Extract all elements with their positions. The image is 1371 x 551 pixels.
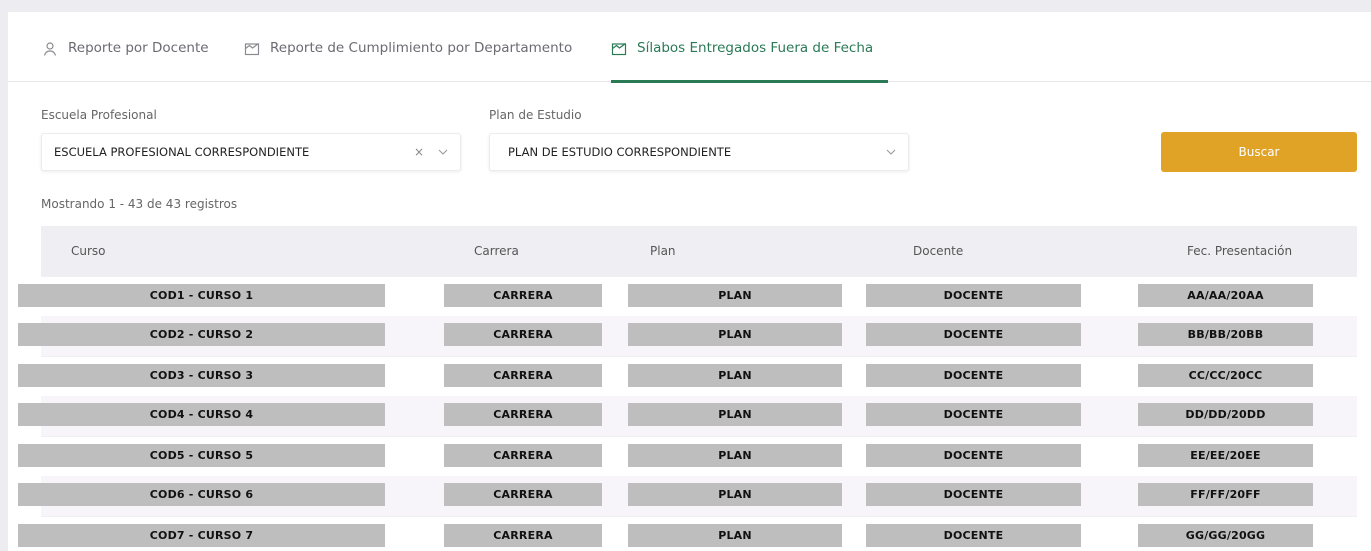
clear-icon[interactable]: × xyxy=(414,145,424,159)
cell-docente: DOCENTE xyxy=(866,444,1081,467)
cell-curso: COD2 - CURSO 2 xyxy=(18,323,385,346)
header-carrera[interactable]: Carrera xyxy=(474,244,519,258)
cell-fecha: CC/CC/20CC xyxy=(1138,364,1313,387)
cell-plan: PLAN xyxy=(628,444,842,467)
tab-label: Reporte por Docente xyxy=(68,40,209,56)
tab-label: Reporte de Cumplimiento por Departamento xyxy=(270,40,573,56)
cell-docente: DOCENTE xyxy=(866,524,1081,547)
cell-fecha: BB/BB/20BB xyxy=(1138,323,1313,346)
escuela-label: Escuela Profesional xyxy=(41,108,157,122)
cell-carrera: CARRERA xyxy=(444,323,602,346)
table-row[interactable]: COD6 - CURSO 6 CARRERA PLAN DOCENTE FF/F… xyxy=(18,476,1357,516)
cell-plan: PLAN xyxy=(628,364,842,387)
cell-curso: COD6 - CURSO 6 xyxy=(18,483,385,506)
cell-curso: COD4 - CURSO 4 xyxy=(18,403,385,426)
tab-silabos-fuera-fecha[interactable]: Sílabos Entregados Fuera de Fecha xyxy=(611,40,888,83)
user-icon xyxy=(43,42,57,56)
header-fecha[interactable]: Fec. Presentación xyxy=(1187,244,1292,258)
chart-icon xyxy=(611,43,627,56)
chart-icon xyxy=(244,43,260,56)
cell-plan: PLAN xyxy=(628,284,842,307)
cell-carrera: CARRERA xyxy=(444,364,602,387)
cell-plan: PLAN xyxy=(628,483,842,506)
cell-carrera: CARRERA xyxy=(444,524,602,547)
cell-plan: PLAN xyxy=(628,524,842,547)
cell-fecha: GG/GG/20GG xyxy=(1138,524,1313,547)
table-row[interactable]: COD7 - CURSO 7 CARRERA PLAN DOCENTE GG/G… xyxy=(18,516,1357,551)
cell-curso: COD1 - CURSO 1 xyxy=(18,284,385,307)
cell-plan: PLAN xyxy=(628,323,842,346)
tab-reporte-docente[interactable]: Reporte por Docente xyxy=(42,40,209,82)
results-count: Mostrando 1 - 43 de 43 registros xyxy=(41,197,238,211)
tab-label: Sílabos Entregados Fuera de Fecha xyxy=(637,40,874,56)
cell-curso: COD5 - CURSO 5 xyxy=(18,444,385,467)
cell-fecha: AA/AA/20AA xyxy=(1138,284,1313,307)
report-card: Reporte por Docente Reporte de Cumplimie… xyxy=(8,12,1371,551)
cell-carrera: CARRERA xyxy=(444,444,602,467)
cell-docente: DOCENTE xyxy=(866,284,1081,307)
table-row[interactable]: COD4 - CURSO 4 CARRERA PLAN DOCENTE DD/D… xyxy=(18,396,1357,436)
cell-docente: DOCENTE xyxy=(866,323,1081,346)
plan-label: Plan de Estudio xyxy=(489,108,582,122)
table-row[interactable]: COD3 - CURSO 3 CARRERA PLAN DOCENTE CC/C… xyxy=(18,356,1357,396)
search-button[interactable]: Buscar xyxy=(1161,132,1357,172)
cell-carrera: CARRERA xyxy=(444,403,602,426)
cell-fecha: EE/EE/20EE xyxy=(1138,444,1313,467)
cell-plan: PLAN xyxy=(628,403,842,426)
chevron-down-icon[interactable] xyxy=(886,149,896,155)
cell-docente: DOCENTE xyxy=(866,483,1081,506)
table-row[interactable]: COD2 - CURSO 2 CARRERA PLAN DOCENTE BB/B… xyxy=(18,316,1357,356)
header-docente[interactable]: Docente xyxy=(913,244,963,258)
escuela-value: ESCUELA PROFESIONAL CORRESPONDIENTE xyxy=(54,145,310,159)
tab-reporte-cumplimiento[interactable]: Reporte de Cumplimiento por Departamento xyxy=(244,40,572,82)
table-header: Curso Carrera Plan Docente Fec. Presenta… xyxy=(41,226,1357,276)
table-row[interactable]: COD5 - CURSO 5 CARRERA PLAN DOCENTE EE/E… xyxy=(18,436,1357,476)
header-curso[interactable]: Curso xyxy=(71,244,106,258)
cell-fecha: DD/DD/20DD xyxy=(1138,403,1313,426)
table-row[interactable]: COD1 - CURSO 1 CARRERA PLAN DOCENTE AA/A… xyxy=(18,276,1357,316)
cell-docente: DOCENTE xyxy=(866,364,1081,387)
cell-carrera: CARRERA xyxy=(444,284,602,307)
chevron-down-icon[interactable] xyxy=(438,149,448,155)
cell-carrera: CARRERA xyxy=(444,483,602,506)
escuela-select[interactable]: ESCUELA PROFESIONAL CORRESPONDIENTE × xyxy=(41,133,461,171)
plan-value: PLAN DE ESTUDIO CORRESPONDIENTE xyxy=(508,145,732,159)
cell-docente: DOCENTE xyxy=(866,403,1081,426)
cell-fecha: FF/FF/20FF xyxy=(1138,483,1313,506)
tab-bar: Reporte por Docente Reporte de Cumplimie… xyxy=(8,12,1371,83)
plan-select[interactable]: PLAN DE ESTUDIO CORRESPONDIENTE xyxy=(489,133,909,171)
cell-curso: COD7 - CURSO 7 xyxy=(18,524,385,547)
header-plan[interactable]: Plan xyxy=(650,244,676,258)
cell-curso: COD3 - CURSO 3 xyxy=(18,364,385,387)
